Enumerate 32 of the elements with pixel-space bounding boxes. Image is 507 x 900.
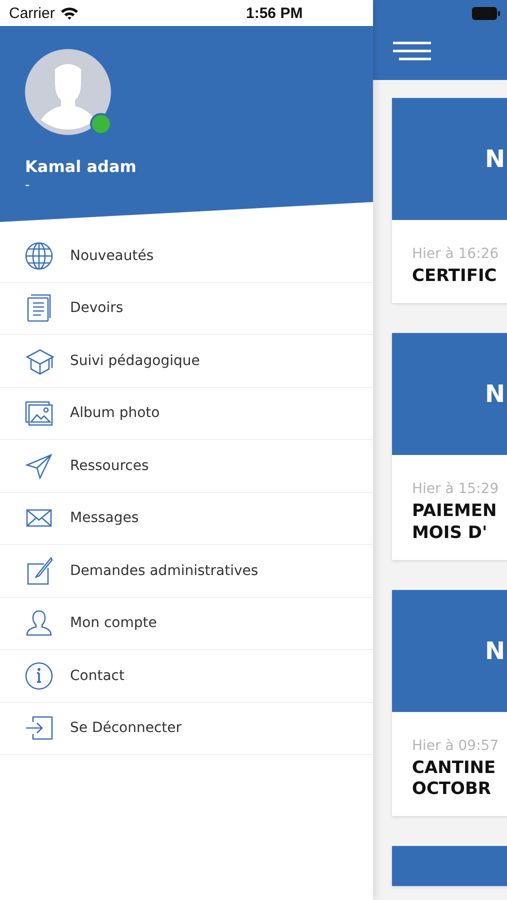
news-card[interactable]: N Hier à 09:57 CANTINE OCTOBR bbox=[392, 590, 507, 816]
banner-text: N bbox=[485, 380, 506, 408]
menu-item[interactable]: Ressources bbox=[0, 440, 373, 492]
menu-item[interactable]: Nouveautés bbox=[0, 230, 373, 282]
user-icon bbox=[24, 608, 54, 638]
card-date: Hier à 09:57 bbox=[412, 738, 500, 754]
carrier-label: Carrier bbox=[9, 4, 55, 22]
menu-item[interactable]: Se Déconnecter bbox=[0, 702, 373, 755]
banner-text: N bbox=[485, 145, 506, 173]
banner-text: N bbox=[485, 636, 506, 665]
clock-time: 1:56 PM bbox=[246, 4, 303, 22]
menu-item[interactable]: Contact bbox=[0, 650, 373, 702]
menu-item[interactable]: Album photo bbox=[0, 388, 373, 440]
card-date: Hier à 15:29 bbox=[412, 481, 500, 498]
globe-icon bbox=[24, 240, 54, 271]
battery-icon bbox=[472, 7, 500, 20]
menu-item[interactable]: Messages bbox=[0, 492, 373, 545]
menu-item[interactable]: Mon compte bbox=[0, 598, 373, 650]
menu-item[interactable]: Devoirs bbox=[0, 282, 373, 335]
news-card[interactable]: N Hier à 16:26 CERTIFIC bbox=[392, 98, 507, 304]
user-name: Kamal adam bbox=[25, 157, 138, 176]
menu-item[interactable]: Demandes administratives bbox=[0, 545, 373, 598]
card-title: CERTIFIC bbox=[412, 266, 498, 288]
user-subtitle: - bbox=[25, 178, 31, 193]
card-title: CANTINE OCTOBR bbox=[412, 758, 497, 800]
wifi-icon bbox=[60, 6, 79, 20]
menu-icon[interactable] bbox=[393, 41, 431, 61]
card-title: PAIEMEN MOIS D' bbox=[412, 501, 498, 544]
info-icon bbox=[24, 660, 54, 691]
news-card[interactable]: N Hier à 15:29 PAIEMEN MOIS D' bbox=[392, 333, 507, 560]
menu-item[interactable]: Suivi pédagogique bbox=[0, 335, 373, 388]
card-date: Hier à 16:26 bbox=[412, 246, 500, 262]
